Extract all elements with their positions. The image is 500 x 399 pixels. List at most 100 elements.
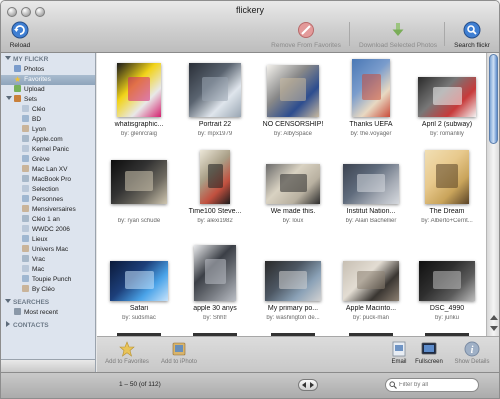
set-thumbnail-icon [22, 255, 29, 262]
photo-author: by: sudsmac [122, 315, 156, 321]
my-flickr-header[interactable]: MY FLICKR [1, 55, 95, 65]
disclosure-triangle-icon[interactable] [6, 96, 12, 100]
photo-author: by: puck-man [352, 315, 389, 321]
sidebar-item-label: Mac Lan XV [32, 166, 68, 173]
sidebar-set-item[interactable]: Grève [1, 155, 95, 165]
sidebar-set-item[interactable]: Apple.com [1, 135, 95, 145]
photo-cell[interactable]: We made this. by: loux [253, 146, 333, 232]
photo-thumbnail[interactable] [419, 261, 475, 301]
disclosure-triangle-icon[interactable] [5, 299, 11, 303]
sidebar-set-item[interactable]: MacBook Pro [1, 175, 95, 185]
email-icon [392, 341, 406, 357]
photo-title: Portrait 22 [198, 121, 232, 128]
photo-cell[interactable]: Thanks UEFA by: the.voyager [331, 59, 411, 145]
photo-thumbnail[interactable] [194, 245, 236, 301]
photo-title: Time100 Steve... [188, 208, 242, 215]
photo-thumbnail[interactable] [343, 164, 399, 204]
photo-thumbnail[interactable] [267, 65, 319, 117]
next-page-arrow-icon[interactable] [310, 382, 314, 388]
sidebar-set-item[interactable]: Mac Lan XV [1, 165, 95, 175]
show-details-label: Show Details [454, 359, 490, 365]
reload-button[interactable]: Reload [7, 21, 33, 49]
photo-cell[interactable]: Safari by: sudsmac [99, 243, 179, 329]
photo-title: DSC_4990 [429, 305, 465, 312]
photo-cell[interactable]: whatisgraphic... by: glenrcraig [99, 59, 179, 145]
photo-thumbnail[interactable] [189, 63, 241, 117]
photo-cell[interactable]: NO CENSORSHIP! by: AlbySpace [253, 59, 333, 145]
photo-thumbnail[interactable] [343, 261, 399, 301]
sidebar-item-label: Vrac [32, 256, 46, 263]
photo-thumbnail[interactable] [425, 150, 469, 204]
photo-thumbnail[interactable] [266, 164, 320, 204]
sidebar-item-label: Cléo 1 an [32, 216, 60, 223]
photo-cell[interactable]: My primary po... by: washington de... [253, 243, 333, 329]
sidebar-item-sets[interactable]: Sets [1, 95, 95, 105]
photo-cell[interactable]: Time100 Steve... by: alexi1982 [175, 146, 255, 232]
photo-thumbnail[interactable] [265, 261, 321, 301]
contacts-header[interactable]: CONTACTS [1, 321, 95, 331]
set-thumbnail-icon [22, 215, 29, 222]
photo-thumbnail[interactable] [352, 59, 390, 117]
download-selected-button[interactable]: Download Selected Photos [355, 21, 441, 49]
photo-cell[interactable]: The Dream by: Alberto+Cerrit... [407, 146, 486, 232]
sidebar-set-item[interactable]: Vrac [1, 255, 95, 265]
search-flickr-button[interactable]: Search flickr [450, 21, 494, 49]
disclosure-triangle-icon[interactable] [5, 56, 11, 60]
set-thumbnail-icon [22, 175, 29, 182]
photo-cell[interactable]: apple 30 anys by: Shht! [175, 243, 255, 329]
filter-search-field[interactable] [385, 378, 479, 392]
photo-author: by: romanlily [430, 131, 464, 137]
sidebar-item-photos[interactable]: Photos [1, 65, 95, 75]
remove-from-favorites-button[interactable]: Remove From Favorites [269, 21, 343, 49]
photo-cell[interactable]: Apple Macinto... by: puck-man [331, 243, 411, 329]
sidebar-item-label: WWDC 2006 [32, 226, 70, 233]
sidebar-set-item[interactable]: Lyon [1, 125, 95, 135]
sidebar-set-item[interactable]: Cléo [1, 105, 95, 115]
photo-thumbnail[interactable] [200, 150, 230, 204]
photo-cell[interactable]: April 2 (subway) by: romanlily [407, 59, 486, 145]
photo-title: We made this. [270, 208, 316, 215]
sidebar-item-label: Grève [32, 156, 50, 163]
email-button[interactable]: Email [389, 341, 409, 365]
sidebar-set-item[interactable]: Mac [1, 265, 95, 275]
sidebar-set-item[interactable]: Selection [1, 185, 95, 195]
photo-cell[interactable]: DSC_4990 by: junku [407, 243, 486, 329]
page-navigation[interactable] [298, 379, 318, 391]
photo-cell[interactable]: Institut Nation... by: Alain Bachellier [331, 146, 411, 232]
sidebar-item-upload[interactable]: Upload [1, 85, 95, 95]
vertical-scrollbar[interactable] [486, 53, 499, 336]
photo-cell[interactable]: by: ryan schude [99, 146, 179, 232]
sidebar-set-item[interactable]: Personnes [1, 195, 95, 205]
sidebar-set-item[interactable]: Univers Mac [1, 245, 95, 255]
scroll-up-arrow-icon[interactable] [490, 315, 498, 320]
scrollbar-thumb[interactable] [489, 54, 498, 144]
photo-author: by: AlbySpace [273, 131, 313, 137]
sidebar-set-item[interactable]: Cléo 1 an [1, 215, 95, 225]
sidebar-set-item[interactable]: WWDC 2006 [1, 225, 95, 235]
sidebar-item-favorites[interactable]: ★ Favorites [1, 75, 95, 85]
sidebar-item-label: Photos [24, 66, 45, 73]
sidebar-item-label: Lyon [32, 126, 46, 133]
photo-thumbnail[interactable] [111, 160, 167, 204]
photo-thumbnail[interactable] [117, 63, 161, 117]
sidebar-set-item[interactable]: Toupie Punch [1, 275, 95, 285]
filter-input[interactable] [399, 380, 475, 390]
sidebar-set-item[interactable]: BD [1, 115, 95, 125]
show-details-button[interactable]: i Show Details [449, 341, 495, 365]
previous-page-arrow-icon[interactable] [302, 382, 306, 388]
sidebar-set-item[interactable]: Mensiversaires [1, 205, 95, 215]
add-to-iphoto-button[interactable]: Add to iPhoto [157, 341, 201, 365]
searches-header[interactable]: SEARCHES [1, 298, 95, 308]
scroll-down-arrow-icon[interactable] [490, 326, 498, 331]
photo-cell[interactable]: Portrait 22 by: mpx1979 [175, 59, 255, 145]
fullscreen-button[interactable]: Fullscreen [413, 341, 445, 365]
sidebar-set-item[interactable]: By Cléo [1, 285, 95, 295]
set-thumbnail-icon [22, 145, 29, 152]
sidebar-set-item[interactable]: Lieux [1, 235, 95, 245]
sidebar-item-most-recent[interactable]: Most recent [1, 308, 95, 318]
disclosure-triangle-icon[interactable] [6, 321, 10, 327]
sidebar-set-item[interactable]: Kernel Panic [1, 145, 95, 155]
photo-thumbnail[interactable] [418, 77, 476, 117]
photo-thumbnail[interactable] [110, 261, 168, 301]
add-to-favorites-button[interactable]: Add to Favorites [101, 341, 153, 365]
